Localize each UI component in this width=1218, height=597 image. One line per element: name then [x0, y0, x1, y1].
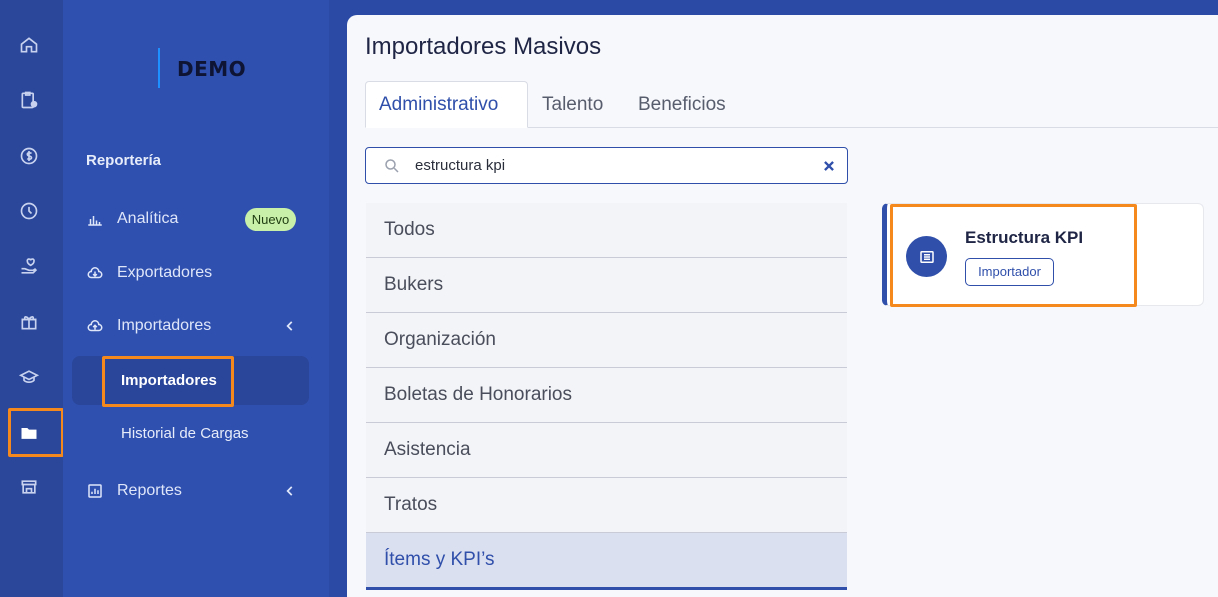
clock-icon[interactable] — [19, 198, 57, 224]
sidebar-item-label: Reportes — [117, 482, 182, 499]
graduation-cap-icon[interactable] — [19, 364, 57, 390]
gift-icon[interactable] — [19, 309, 57, 335]
category-todos[interactable]: Todos — [366, 203, 847, 258]
chevron-left-icon[interactable] — [283, 319, 297, 333]
category-bukers[interactable]: Bukers — [366, 258, 847, 313]
page-title: Importadores Masivos — [365, 33, 602, 60]
search-icon — [385, 159, 399, 173]
category-tratos[interactable]: Tratos — [366, 478, 847, 533]
category-organizacion[interactable]: Organización — [366, 313, 847, 368]
sidebar-item-importadores[interactable]: Importadores — [86, 314, 211, 338]
report-icon — [88, 484, 102, 498]
new-badge: Nuevo — [245, 208, 296, 231]
logo-divider — [158, 48, 160, 88]
sidebar-item-analitica[interactable]: Analítica — [86, 207, 178, 231]
clear-icon[interactable] — [822, 159, 836, 173]
category-list: Todos Bukers Organización Boletas de Hon… — [366, 203, 847, 590]
cloud-download-icon — [87, 267, 103, 279]
category-boletas-de-honorarios[interactable]: Boletas de Honorarios — [366, 368, 847, 423]
subitem-historial-de-cargas[interactable]: Historial de Cargas — [121, 425, 249, 442]
folder-highlight-box — [8, 408, 64, 457]
section-title: Reportería — [86, 152, 162, 169]
chevron-left-icon[interactable] — [283, 484, 297, 498]
sidebar: DEMO Reportería Analítica Nuevo Exportad… — [63, 0, 329, 597]
icon-rail — [0, 0, 64, 597]
cloud-upload-icon — [87, 320, 103, 332]
bar-chart-icon — [88, 216, 102, 226]
sidebar-item-reportes[interactable]: Reportes — [86, 479, 182, 503]
hand-heart-icon[interactable] — [19, 254, 57, 280]
importadores-highlight-box — [102, 356, 234, 407]
search-input[interactable]: estructura kpi — [365, 147, 848, 184]
tab-administrativo[interactable]: Administrativo — [365, 81, 528, 128]
category-asistencia[interactable]: Asistencia — [366, 423, 847, 478]
store-icon[interactable] — [19, 474, 57, 500]
category-items-y-kpis[interactable]: Ítems y KPI’s — [366, 533, 847, 590]
dollar-icon[interactable] — [19, 143, 57, 169]
main-content: Importadores Masivos Administrativo Tale… — [347, 15, 1218, 597]
tab-beneficios[interactable]: Beneficios — [638, 81, 726, 128]
card-highlight-box — [890, 204, 1137, 307]
sidebar-item-label: Importadores — [117, 317, 212, 334]
tab-talento[interactable]: Talento — [542, 81, 603, 128]
brand-logo: DEMO — [177, 57, 247, 81]
home-icon[interactable] — [19, 32, 57, 58]
search-value: estructura kpi — [415, 157, 506, 174]
clipboard-clock-icon[interactable] — [19, 87, 57, 113]
sidebar-item-label: Analítica — [117, 210, 179, 227]
sidebar-item-exportadores[interactable]: Exportadores — [86, 261, 212, 285]
sidebar-item-label: Exportadores — [117, 264, 213, 281]
